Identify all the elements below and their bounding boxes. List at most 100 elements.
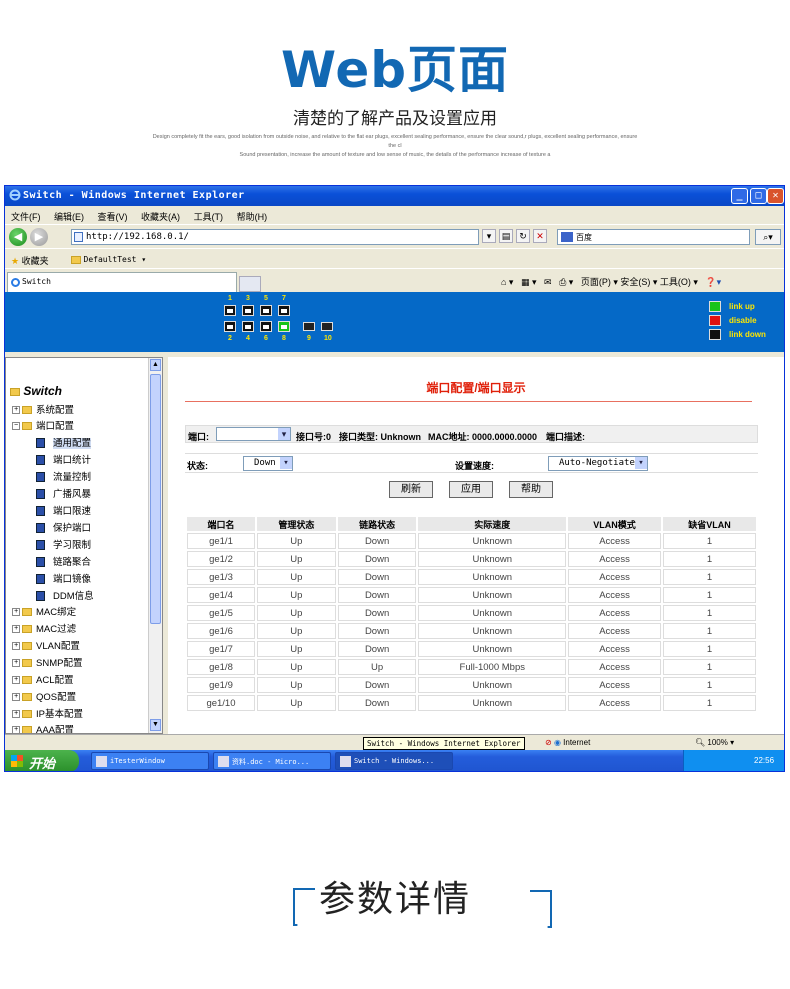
- tree-node[interactable]: + VLAN配置: [12, 638, 80, 654]
- refresh-icon[interactable]: ↻: [516, 229, 530, 243]
- menu-file[interactable]: 文件(F): [5, 206, 46, 223]
- port-1[interactable]: [224, 305, 236, 316]
- favorites-button[interactable]: ★ 收藏夹: [11, 254, 49, 267]
- search-input[interactable]: 百度: [557, 229, 750, 245]
- task-word-doc[interactable]: 资料.doc - Micro...: [213, 752, 331, 770]
- table-row[interactable]: ge1/10 Up Down Unknown Access 1: [187, 695, 756, 711]
- tree-node[interactable]: + QOS配置: [12, 689, 76, 705]
- print-icon[interactable]: ⎙ ▾: [559, 277, 573, 287]
- port-3[interactable]: [242, 305, 254, 316]
- menu-help[interactable]: 帮助(H): [231, 206, 273, 223]
- expand-icon[interactable]: +: [12, 659, 20, 668]
- system-tray[interactable]: 22:56: [683, 750, 784, 771]
- port-7[interactable]: [278, 305, 290, 316]
- tree-node[interactable]: + SNMP配置: [12, 655, 82, 671]
- favorite-item[interactable]: DefaultTest ▾: [71, 254, 146, 264]
- port-2[interactable]: [224, 321, 236, 332]
- tree-leaf[interactable]: 端口镜像: [36, 571, 91, 587]
- port-5[interactable]: [260, 305, 272, 316]
- menu-view[interactable]: 查看(V): [92, 206, 133, 223]
- start-button[interactable]: 开始: [5, 750, 79, 771]
- speed-select[interactable]: Auto-Negotiate: [548, 456, 648, 471]
- port-4[interactable]: [242, 321, 254, 332]
- table-row[interactable]: ge1/1 Up Down Unknown Access 1: [187, 533, 756, 549]
- table-row[interactable]: ge1/2 Up Down Unknown Access 1: [187, 551, 756, 567]
- expand-icon[interactable]: +: [12, 625, 20, 634]
- port-8[interactable]: [278, 321, 290, 332]
- tree-leaf[interactable]: 端口统计: [36, 452, 91, 468]
- tree-node-port[interactable]: − 端口配置: [12, 418, 74, 434]
- tree-node-system[interactable]: + 系统配置: [12, 402, 74, 418]
- tree-root[interactable]: Switch: [10, 384, 62, 398]
- zoom-control[interactable]: 🔍︎ 100% ▾: [695, 738, 734, 747]
- new-tab-button[interactable]: [239, 276, 261, 292]
- table-row[interactable]: ge1/3 Up Down Unknown Access 1: [187, 569, 756, 585]
- port-6[interactable]: [260, 321, 272, 332]
- tree-leaf[interactable]: DDM信息: [36, 588, 94, 604]
- tree-leaf[interactable]: 链路聚合: [36, 554, 91, 570]
- forward-icon[interactable]: ▶: [30, 228, 48, 246]
- task-itester[interactable]: iTesterWindow: [91, 752, 209, 770]
- tree-leaf-general[interactable]: 通用配置: [36, 435, 92, 451]
- refresh-button[interactable]: 刷新: [389, 481, 433, 498]
- command-tools[interactable]: 页面(P) ▾ 安全(S) ▾ 工具(O) ▾: [581, 277, 698, 287]
- port-select[interactable]: [216, 427, 291, 441]
- expand-icon[interactable]: +: [12, 710, 20, 719]
- zone-indicator[interactable]: ⊘ ◉ Internet: [545, 738, 590, 747]
- port-9[interactable]: [303, 322, 315, 331]
- state-select[interactable]: Down: [243, 456, 293, 471]
- folder-icon: [71, 255, 81, 264]
- expand-icon[interactable]: +: [12, 693, 20, 702]
- table-row[interactable]: ge1/4 Up Down Unknown Access 1: [187, 587, 756, 603]
- maximize-button[interactable]: □: [750, 188, 767, 204]
- task-ie-switch[interactable]: Switch - Windows...: [335, 752, 453, 770]
- apply-button[interactable]: 应用: [449, 481, 493, 498]
- search-button[interactable]: ⌕▾: [755, 229, 781, 245]
- tree-leaf[interactable]: 流量控制: [36, 469, 91, 485]
- stop-icon[interactable]: ✕: [533, 229, 547, 243]
- cell: 1: [663, 659, 756, 675]
- back-icon[interactable]: ◀: [9, 228, 27, 246]
- feeds-icon[interactable]: ▦ ▾: [521, 277, 537, 287]
- table-row[interactable]: ge1/7 Up Down Unknown Access 1: [187, 641, 756, 657]
- menu-favorites[interactable]: 收藏夹(A): [135, 206, 185, 223]
- tree-leaf[interactable]: 保护端口: [36, 520, 91, 536]
- compat-icon[interactable]: ▤: [499, 229, 513, 243]
- expand-icon[interactable]: +: [12, 608, 20, 617]
- scroll-thumb[interactable]: [150, 374, 161, 624]
- home-icon[interactable]: ⌂ ▾: [501, 277, 513, 287]
- mail-icon[interactable]: ✉: [544, 277, 552, 287]
- scroll-up-icon[interactable]: ▲: [150, 359, 161, 371]
- help-button[interactable]: 帮助: [509, 481, 553, 498]
- address-input[interactable]: http://192.168.0.1/: [71, 229, 479, 245]
- expand-icon[interactable]: +: [12, 676, 20, 685]
- table-row[interactable]: ge1/8 Up Up Full-1000 Mbps Access 1: [187, 659, 756, 675]
- expand-icon[interactable]: +: [12, 642, 20, 651]
- tree-node[interactable]: + AAA配置: [12, 722, 74, 733]
- tree-node[interactable]: + MAC绑定: [12, 604, 76, 620]
- tree-leaf[interactable]: 学习限制: [36, 537, 91, 553]
- tab-switch[interactable]: Switch: [7, 272, 237, 292]
- port-10[interactable]: [321, 322, 333, 331]
- table-row[interactable]: ge1/5 Up Down Unknown Access 1: [187, 605, 756, 621]
- tree-leaf[interactable]: 端口限速: [36, 503, 91, 519]
- menu-edit[interactable]: 编辑(E): [48, 206, 89, 223]
- table-row[interactable]: ge1/9 Up Down Unknown Access 1: [187, 677, 756, 693]
- scroll-down-icon[interactable]: ▼: [150, 719, 161, 731]
- collapse-icon[interactable]: −: [12, 422, 20, 431]
- table-row[interactable]: ge1/6 Up Down Unknown Access 1: [187, 623, 756, 639]
- tree-scrollbar[interactable]: ▲ ▼: [148, 358, 162, 733]
- tree-leaf[interactable]: 广播风暴: [36, 486, 91, 502]
- tree-node[interactable]: + IP基本配置: [12, 706, 83, 722]
- expand-icon[interactable]: +: [12, 726, 20, 733]
- close-button[interactable]: ✕: [767, 188, 784, 204]
- tree-node[interactable]: + MAC过滤: [12, 621, 76, 637]
- title-bar[interactable]: Switch - Windows Internet Explorer _ □ ✕: [5, 186, 784, 206]
- minimize-button[interactable]: _: [731, 188, 748, 204]
- help-icon[interactable]: ❓▾: [705, 277, 721, 287]
- expand-icon[interactable]: +: [12, 406, 20, 415]
- menu-tools[interactable]: 工具(T): [188, 206, 229, 223]
- dropdown-icon[interactable]: ▾: [482, 229, 496, 243]
- command-bar[interactable]: ⌂ ▾ ▦ ▾ ✉ ⎙ ▾ 页面(P) ▾ 安全(S) ▾ 工具(O) ▾ ❓▾: [501, 275, 721, 288]
- tree-node[interactable]: + ACL配置: [12, 672, 73, 688]
